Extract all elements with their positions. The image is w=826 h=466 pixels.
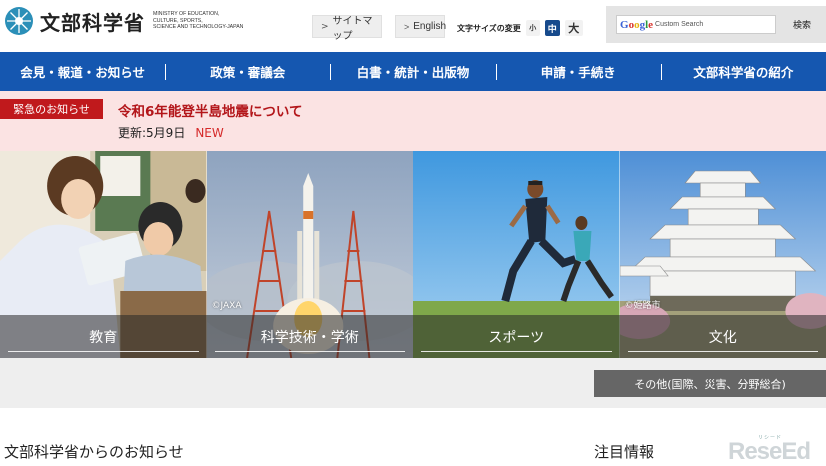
chevron-right-icon: > [404,21,410,32]
site-header: 文部科学省 MINISTRY OF EDUCATION, CULTURE, SP… [0,0,826,52]
nav-item-publications[interactable]: 白書・統計・出版物 [330,52,495,91]
nav-item-press[interactable]: 会見・報道・お知らせ [0,52,165,91]
nav-item-policy[interactable]: 政策・審議会 [165,52,330,91]
font-size-medium-button[interactable]: 中 [544,20,560,36]
category-label-sports: スポーツ [413,315,620,358]
emergency-notice: 緊急のお知らせ 令和6年能登半島地震について 更新:5月9日 NEW [0,91,826,151]
other-category-band: その他(国際、災害、分野総合) [0,358,826,408]
category-tile-culture[interactable]: ©姫路市 文化 [619,151,826,358]
font-size-label: 文字サイズの変更 [457,23,521,33]
new-badge: NEW [195,126,224,140]
logo-japanese: 文部科学省 [40,10,145,35]
nav-item-applications[interactable]: 申請・手続き [495,52,661,91]
logo-english: MINISTRY OF EDUCATION, CULTURE, SPORTS, … [153,11,244,31]
search-button[interactable]: 検索 [782,15,822,34]
mext-emblem-icon [5,7,33,35]
category-tiles: 教育 ©JAXA 科学技術・学術 スポーツ ©姫路市 文化 [0,151,826,358]
google-logo: Google [620,18,654,31]
chevron-right-icon: > [321,21,329,32]
font-size-large-button[interactable]: 大 [564,20,583,36]
site-search: Google Custom Search 検索 [606,6,826,43]
nav-item-about[interactable]: 文部科学省の紹介 [660,52,826,91]
category-tile-education[interactable]: 教育 [0,151,207,358]
resed-watermark: リシード ReseEd [728,434,824,466]
global-nav: 会見・報道・お知らせ 政策・審議会 白書・統計・出版物 申請・手続き 文部科学省… [0,52,826,91]
english-button[interactable]: > English [395,15,446,38]
category-label-science: 科学技術・学術 [206,315,413,358]
other-category-button[interactable]: その他(国際、災害、分野総合) [594,370,826,397]
featured-heading: 注目情報 [594,443,655,461]
emergency-update: 更新:5月9日 NEW [118,126,224,140]
photo-credit-himeji: ©姫路市 [624,301,661,311]
emergency-title-link[interactable]: 令和6年能登半島地震について [118,100,303,120]
category-label-culture: 文化 [619,315,826,358]
category-tile-science[interactable]: ©JAXA 科学技術・学術 [206,151,413,358]
photo-credit-jaxa: ©JAXA [211,301,242,311]
category-label-education: 教育 [0,315,207,358]
watermark-logo: ReseEd [728,438,811,465]
font-size-small-button[interactable]: 小 [525,20,540,36]
mext-logo[interactable]: 文部科学省 MINISTRY OF EDUCATION, CULTURE, SP… [4,6,253,36]
category-tile-sports[interactable]: スポーツ [413,151,620,358]
search-placeholder: Custom Search [655,21,704,28]
search-input[interactable]: Google Custom Search [616,15,776,34]
notice-heading: 文部科学省からのお知らせ [4,443,184,461]
sitemap-button[interactable]: > サイトマップ [312,15,382,42]
emergency-badge: 緊急のお知らせ [0,99,103,119]
font-size-switcher: 文字サイズの変更 小 中 大 [457,20,583,36]
